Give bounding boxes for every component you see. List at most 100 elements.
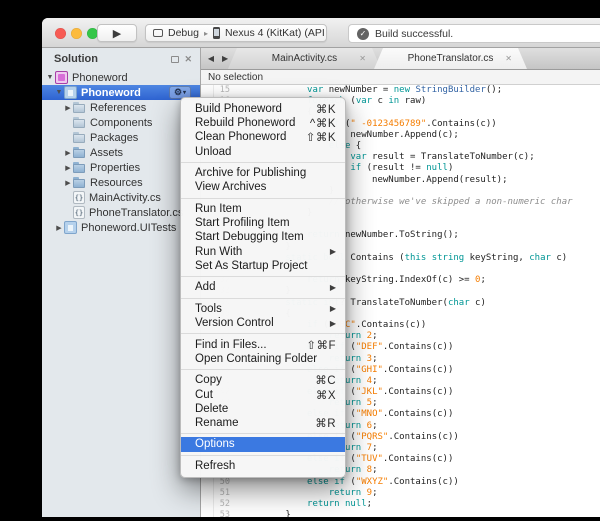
tree-item-solution-phoneword[interactable]: ▼Phoneword bbox=[42, 70, 200, 85]
folder-light-icon bbox=[73, 131, 86, 144]
menu-item-copy[interactable]: Copy ⌘C bbox=[181, 373, 345, 387]
dock-panel-icon[interactable] bbox=[171, 56, 179, 63]
close-window-button[interactable] bbox=[55, 28, 66, 39]
code-token: ( bbox=[345, 409, 356, 419]
tree-item-project-phoneword-uitests[interactable]: ▶Phoneword.UITests bbox=[42, 220, 200, 235]
code-line: 51 return 9; bbox=[201, 488, 600, 499]
tree-item-folder-light-references[interactable]: ▶References bbox=[42, 100, 200, 115]
menu-item-shortcut: ⌘C bbox=[315, 373, 336, 387]
disclosure-collapsed-icon[interactable]: ▶ bbox=[63, 179, 73, 187]
tree-item-folder-properties[interactable]: ▶ Properties bbox=[42, 160, 200, 175]
folder-icon bbox=[73, 146, 86, 159]
close-pad-icon[interactable]: ✕ bbox=[184, 55, 192, 64]
disclosure-collapsed-icon[interactable]: ▶ bbox=[63, 164, 73, 172]
tree-item-csfile-phonetranslator-cs[interactable]: {}PhoneTranslator.cs bbox=[42, 205, 200, 220]
tree-item-label: MainActivity.cs bbox=[89, 192, 161, 204]
tree-item-folder-light-packages[interactable]: Packages bbox=[42, 130, 200, 145]
tree-item-folder-resources[interactable]: ▶ Resources bbox=[42, 175, 200, 190]
code-token: ; bbox=[372, 354, 377, 364]
menu-item-view-archives[interactable]: View Archives bbox=[181, 180, 345, 194]
tab-phonetranslator-cs[interactable]: PhoneTranslator.cs✕ bbox=[374, 48, 527, 69]
tree-item-folder-assets[interactable]: ▶Assets bbox=[42, 145, 200, 160]
disclosure-expanded-icon[interactable]: ▼ bbox=[45, 74, 55, 81]
folder-light-icon bbox=[73, 101, 86, 114]
disclosure-collapsed-icon[interactable]: ▶ bbox=[63, 149, 73, 157]
solution-tree: ▼Phoneword▼Phoneword⚙▾▶ReferencesCompone… bbox=[42, 70, 200, 235]
code-token: newNumber = bbox=[323, 85, 393, 95]
code-token: "PQRS" bbox=[356, 432, 389, 442]
tree-item-label: Resources bbox=[90, 177, 143, 189]
submenu-arrow-icon: ▶ bbox=[330, 304, 336, 313]
menu-item-start-profiling-item[interactable]: Start Profiling Item bbox=[181, 216, 345, 230]
menu-item-find-in-files[interactable]: Find in Files...⇧⌘F bbox=[181, 338, 345, 352]
code-token: var bbox=[350, 152, 366, 162]
line-number[interactable]: 52 bbox=[201, 499, 230, 510]
phone-icon bbox=[213, 27, 220, 39]
minimize-window-button[interactable] bbox=[71, 28, 82, 39]
menu-item-delete[interactable]: Delete bbox=[181, 402, 345, 416]
code-token: ; bbox=[372, 376, 377, 386]
configuration-label[interactable]: Debug bbox=[168, 27, 199, 39]
code-token: ; bbox=[480, 275, 485, 285]
menu-item-build-phoneword[interactable]: Build Phoneword⌘K bbox=[181, 102, 345, 116]
code-token: keyString.IndexOf(c) >= bbox=[340, 275, 475, 285]
line-number[interactable]: 15 bbox=[201, 85, 230, 96]
menu-item-set-as-startup-project[interactable]: Set As Startup Project bbox=[181, 259, 345, 273]
navigate-back-icon[interactable]: ◀ bbox=[208, 54, 214, 63]
tree-item-folder-light-components[interactable]: Components bbox=[42, 115, 200, 130]
code-token: keyString, bbox=[464, 253, 529, 263]
menu-item-clean-phoneword[interactable]: Clean Phoneword ⇧⌘K bbox=[181, 130, 345, 144]
menu-separator bbox=[181, 433, 345, 434]
menu-item-cut[interactable]: Cut⌘X bbox=[181, 387, 345, 401]
tab-mainactivity-cs[interactable]: MainActivity.cs✕ bbox=[228, 48, 381, 69]
menu-item-archive-for-publishing[interactable]: Archive for Publishing bbox=[181, 166, 345, 180]
disclosure-collapsed-icon[interactable]: ▶ bbox=[54, 224, 64, 232]
menu-item-add[interactable]: Add▶ bbox=[181, 280, 345, 294]
code-token: .Contains(c)) bbox=[383, 454, 453, 464]
menu-item-shortcut: ⌘K bbox=[316, 102, 336, 116]
close-tab-icon[interactable]: ✕ bbox=[505, 54, 512, 63]
code-token: ? TranslateToNumber( bbox=[340, 298, 448, 308]
code-token: if bbox=[350, 163, 361, 173]
menu-item-label: Add bbox=[195, 281, 215, 293]
menu-item-label: Copy bbox=[195, 374, 222, 386]
menu-item-unload[interactable]: Unload bbox=[181, 145, 345, 159]
line-number[interactable]: 50 bbox=[201, 477, 230, 488]
code-token: ( bbox=[345, 454, 356, 464]
gear-icon: ⚙ bbox=[174, 88, 182, 97]
run-button[interactable]: ▶ bbox=[97, 24, 137, 42]
tree-item-project-phoneword[interactable]: ▼Phoneword⚙▾ bbox=[42, 85, 200, 100]
toolbar: ▶ Debug ▸ Nexus 4 (KitKat) (API 19) ✓ Bu… bbox=[42, 18, 600, 48]
menu-item-shortcut: ⇧⌘K bbox=[306, 130, 336, 144]
menu-separator bbox=[181, 162, 345, 163]
code-line: 52 return null; bbox=[201, 499, 600, 510]
menu-item-version-control[interactable]: Version Control▶ bbox=[181, 316, 345, 330]
menu-item-start-debugging-item[interactable]: Start Debugging Item bbox=[181, 230, 345, 244]
menu-item-label: Clean Phoneword bbox=[195, 131, 286, 143]
line-number[interactable]: 53 bbox=[201, 510, 230, 517]
device-label[interactable]: Nexus 4 (KitKat) (API 19) bbox=[225, 27, 327, 39]
tree-item-label: Properties bbox=[90, 162, 140, 174]
menu-item-tools[interactable]: Tools▶ bbox=[181, 302, 345, 316]
menu-item-shortcut: ^⌘K bbox=[310, 116, 336, 130]
tree-item-label: Packages bbox=[90, 132, 138, 144]
disclosure-collapsed-icon[interactable]: ▶ bbox=[63, 104, 73, 112]
menu-item-rebuild-phoneword[interactable]: Rebuild Phoneword ^⌘K bbox=[181, 116, 345, 130]
line-number[interactable]: 51 bbox=[201, 488, 230, 499]
tree-item-csfile-mainactivity-cs[interactable]: {}MainActivity.cs bbox=[42, 190, 200, 205]
menu-item-label: Rebuild Phoneword bbox=[195, 117, 295, 129]
menu-item-run-item[interactable]: Run Item bbox=[181, 202, 345, 216]
menu-item-refresh[interactable]: Refresh bbox=[181, 459, 345, 473]
menu-item-open-containing-folder[interactable]: Open Containing Folder bbox=[181, 352, 345, 366]
build-status-bar: ✓ Build successful. bbox=[348, 24, 600, 43]
configuration-device-selector[interactable]: Debug ▸ Nexus 4 (KitKat) (API 19) bbox=[145, 24, 327, 42]
menu-item-shortcut: ⇧⌘F bbox=[306, 338, 336, 352]
code-token: c bbox=[372, 96, 388, 106]
menu-item-options[interactable]: Options bbox=[181, 437, 345, 451]
navigate-forward-icon[interactable]: ▶ bbox=[222, 54, 228, 63]
close-tab-icon[interactable]: ✕ bbox=[359, 54, 366, 63]
menu-item-run-with[interactable]: Run With▶ bbox=[181, 244, 345, 258]
disclosure-expanded-icon[interactable]: ▼ bbox=[54, 89, 64, 96]
menu-item-rename[interactable]: Rename⌘R bbox=[181, 416, 345, 430]
breadcrumb[interactable]: No selection bbox=[201, 70, 600, 85]
